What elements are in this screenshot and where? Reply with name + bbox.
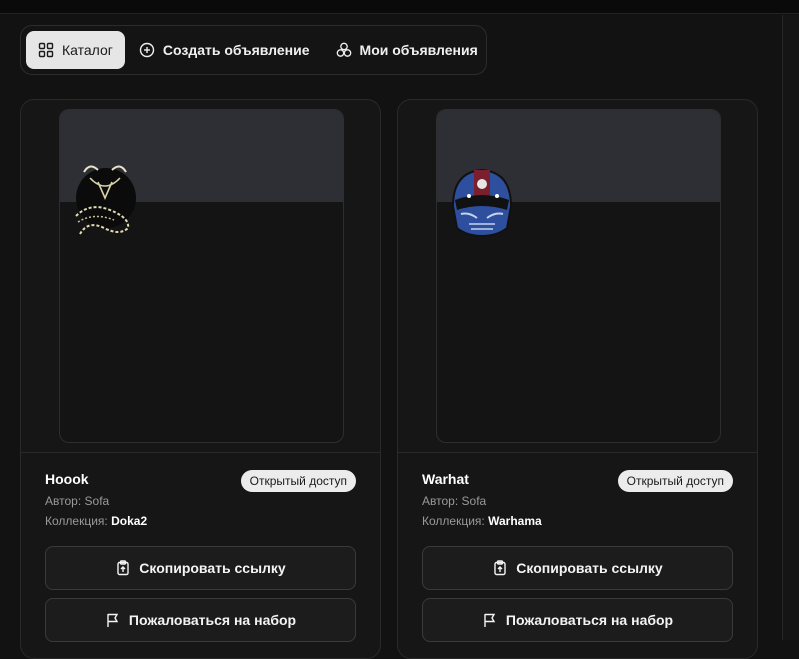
tab-label: Мои объявления [359, 42, 478, 58]
helmet-item-image [451, 168, 513, 238]
collection-value: Warhama [488, 514, 542, 528]
tab-label: Каталог [62, 42, 113, 58]
item-title: Hoook [45, 471, 89, 487]
item-preview[interactable] [59, 109, 344, 443]
item-author: Автор: Sofa [422, 494, 486, 508]
item-title: Warhat [422, 471, 469, 487]
hook-item-image [75, 165, 136, 235]
report-label: Пожаловаться на набор [128, 612, 297, 628]
tab-my-listings[interactable]: Мои объявления [324, 31, 490, 69]
author-label: Автор: [422, 494, 459, 508]
author-value: Sofa [461, 494, 487, 508]
clipboard-icon [117, 560, 129, 576]
collection-label: Коллекция: [45, 514, 108, 528]
card-divider [21, 452, 380, 453]
tab-label: Создать объявление [162, 42, 310, 58]
item-preview[interactable] [436, 109, 721, 443]
tab-bar: Каталог Создать объявление Мои объявлени… [20, 25, 487, 75]
card-divider [398, 452, 757, 453]
grid-icon [38, 42, 54, 58]
copy-link-button[interactable]: Скопировать ссылку [422, 546, 733, 590]
copy-link-button[interactable]: Скопировать ссылку [45, 546, 356, 590]
listing-card: Warhat Открытый доступ Автор: Sofa Колле… [397, 99, 758, 659]
circles-icon [336, 42, 351, 57]
copy-link-label: Скопировать ссылку [516, 560, 663, 576]
report-label: Пожаловаться на набор [505, 612, 674, 628]
copy-link-label: Скопировать ссылку [139, 560, 286, 576]
collection-value: Doka2 [111, 514, 148, 528]
collection-label: Коллекция: [422, 514, 485, 528]
clipboard-icon [494, 560, 506, 576]
report-button[interactable]: Пожаловаться на набор [422, 598, 733, 642]
tab-create-listing[interactable]: Создать объявление [127, 31, 322, 69]
plus-circle-icon [139, 42, 155, 58]
flag-icon [484, 613, 496, 627]
listing-card: Hoook Открытый доступ Автор: Sofa Коллек… [20, 99, 381, 659]
tab-catalog[interactable]: Каталог [26, 31, 125, 69]
access-badge: Открытый доступ [617, 470, 733, 492]
item-author: Автор: Sofa [45, 494, 109, 508]
report-button[interactable]: Пожаловаться на набор [45, 598, 356, 642]
scrollbar[interactable] [782, 15, 799, 640]
window-top-bar [0, 0, 799, 14]
flag-icon [107, 613, 119, 627]
item-collection: Коллекция: Warhama [422, 514, 542, 528]
item-collection: Коллекция: Doka2 [45, 514, 147, 528]
author-label: Автор: [45, 494, 82, 508]
author-value: Sofa [84, 494, 110, 508]
access-badge: Открытый доступ [240, 470, 356, 492]
